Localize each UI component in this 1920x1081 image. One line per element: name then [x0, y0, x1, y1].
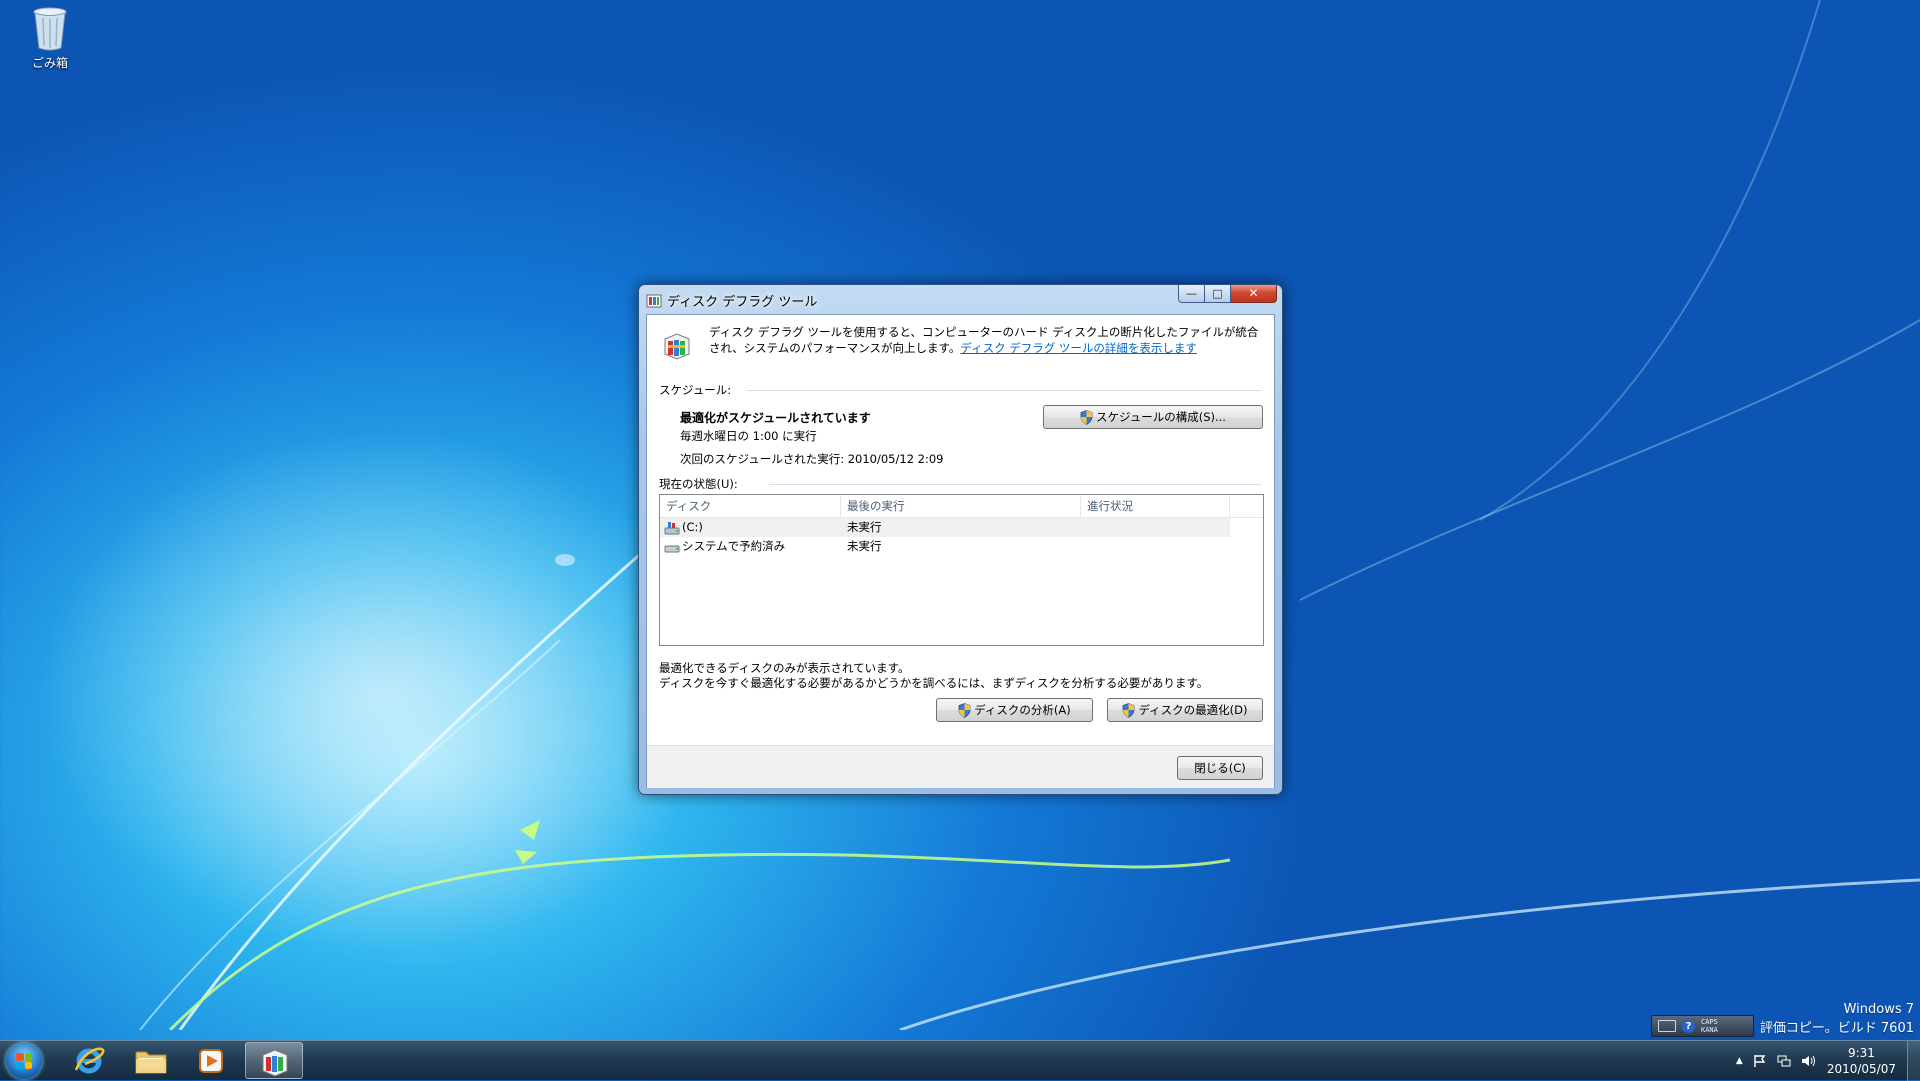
info-note: 最適化できるディスクのみが表示されています。 ディスクを今すぐ最適化する必要があ…: [659, 661, 1208, 691]
disk-name: システムで予約済み: [682, 539, 786, 553]
clock-time: 9:31: [1847, 1046, 1875, 1060]
maximize-button[interactable]: □: [1205, 285, 1231, 303]
caps-label: CAPS: [1701, 1018, 1718, 1026]
close-window-button[interactable]: ✕: [1231, 285, 1277, 303]
taskbar-windows-explorer[interactable]: [121, 1042, 179, 1079]
defragment-disk-button[interactable]: ディスクの最適化(D): [1107, 698, 1263, 722]
close-button-label: 閉じる(C): [1194, 761, 1246, 775]
defrag-window[interactable]: ディスク デフラグ ツール — □ ✕ ディスク デフラグ ツールを使用すると、…: [638, 284, 1283, 795]
windows-logo-icon: [16, 1053, 32, 1069]
maximize-icon: □: [1212, 287, 1223, 300]
info-note-line2: ディスクを今すぐ最適化する必要があるかどうかを調べるには、まずディスクを分析する…: [659, 676, 1209, 690]
volume-icon[interactable]: [1801, 1054, 1817, 1068]
disk-list-header: ディスク 最後の実行 進行状況: [660, 495, 1263, 518]
disk-cell: (C:): [664, 518, 703, 537]
recycle-bin-label: ごみ箱: [31, 56, 68, 70]
minimize-button[interactable]: —: [1178, 285, 1205, 303]
caps-kana-indicator: CAPS KANA: [1701, 1018, 1718, 1034]
folder-icon: [135, 1051, 167, 1074]
watermark-line1: Windows 7: [1843, 1002, 1914, 1017]
intro-text-block: ディスク デフラグ ツールを使用すると、コンピューターのハード ディスク上の断片…: [709, 324, 1259, 356]
disk-row-system-reserved[interactable]: システムで予約済み 未実行: [660, 537, 1230, 556]
disk-cell: システムで予約済み: [664, 537, 785, 556]
defrag-large-icon: [664, 333, 690, 360]
close-button[interactable]: 閉じる(C): [1177, 756, 1263, 780]
configure-schedule-button[interactable]: スケジュールの構成(S)...: [1043, 405, 1263, 429]
analyze-disk-label: ディスクの分析(A): [974, 703, 1071, 717]
minimize-icon: —: [1186, 287, 1197, 300]
action-center-flag-icon[interactable]: [1753, 1054, 1767, 1068]
taskbar-internet-explorer[interactable]: [60, 1042, 118, 1079]
configure-schedule-label: スケジュールの構成(S)...: [1096, 410, 1226, 424]
defrag-icon: [262, 1049, 288, 1077]
current-status-divider: [769, 484, 1261, 485]
schedule-divider: [747, 390, 1261, 391]
drive-c-icon: [664, 521, 680, 534]
disk-row-c[interactable]: (C:) 未実行: [660, 518, 1230, 537]
disk-list[interactable]: ディスク 最後の実行 進行状況 (C:) 未実行 システムで予約済み 未実行: [659, 494, 1264, 646]
column-header-last-run[interactable]: 最後の実行: [841, 495, 1081, 517]
clock[interactable]: 9:31 2010/05/07: [1827, 1045, 1896, 1077]
uac-shield-icon: [1080, 409, 1093, 425]
caption-buttons: — □ ✕: [1178, 285, 1277, 303]
defrag-app-icon: [646, 294, 662, 308]
taskbar: ▲ 9:31 2010/05/07: [0, 1040, 1920, 1081]
schedule-section-label: スケジュール:: [659, 383, 732, 397]
last-run-cell: 未実行: [847, 520, 882, 534]
disk-name: (C:): [682, 520, 703, 534]
column-header-progress[interactable]: 進行状況: [1081, 495, 1230, 517]
uac-shield-icon: [1123, 702, 1135, 718]
analyze-disk-button[interactable]: ディスクの分析(A): [936, 698, 1093, 722]
drive-icon: [664, 545, 680, 552]
window-title: ディスク デフラグ ツール: [667, 295, 818, 310]
schedule-next-run: 次回のスケジュールされた実行: 2010/05/12 2:09: [680, 452, 944, 466]
schedule-frequency: 毎週水曜日の 1:00 に実行: [680, 429, 817, 443]
windows-watermark: Windows 7 評価コピー。ビルド 7601: [1760, 1000, 1914, 1038]
uac-shield-icon: [958, 702, 971, 718]
watermark-line2: 評価コピー。ビルド 7601: [1759, 1021, 1914, 1036]
clock-date: 2010/05/07: [1826, 1062, 1896, 1076]
defrag-details-link[interactable]: ディスク デフラグ ツールの詳細を表示します: [960, 341, 1197, 355]
kana-label: KANA: [1701, 1026, 1718, 1034]
column-header-disk[interactable]: ディスク: [660, 495, 841, 517]
media-player-icon: [199, 1049, 223, 1073]
defragment-disk-label: ディスクの最適化(D): [1138, 703, 1248, 717]
show-hidden-icons-button[interactable]: ▲: [1736, 1056, 1743, 1066]
language-bar[interactable]: ? CAPS KANA: [1651, 1015, 1754, 1037]
last-run-cell: 未実行: [847, 539, 882, 553]
current-status-label: 現在の状態(U):: [659, 477, 738, 491]
taskbar-disk-defragmenter[interactable]: [245, 1042, 303, 1079]
start-button[interactable]: [6, 1043, 42, 1079]
recycle-bin[interactable]: ごみ箱: [14, 6, 86, 71]
show-desktop-button[interactable]: [1907, 1041, 1920, 1081]
title-bar[interactable]: ディスク デフラグ ツール — □ ✕: [639, 285, 1282, 313]
close-icon: ✕: [1248, 286, 1259, 300]
help-icon[interactable]: ?: [1682, 1019, 1695, 1033]
keyboard-icon[interactable]: [1658, 1020, 1676, 1032]
window-client-area: ディスク デフラグ ツールを使用すると、コンピューターのハード ディスク上の断片…: [646, 314, 1275, 788]
system-tray: ▲ 9:31 2010/05/07: [1736, 1041, 1920, 1081]
taskbar-media-player[interactable]: [182, 1042, 240, 1079]
dialog-footer: 閉じる(C): [647, 745, 1274, 788]
recycle-bin-icon: [33, 7, 67, 51]
ie-icon: [74, 1047, 105, 1074]
network-icon[interactable]: [1777, 1054, 1791, 1068]
schedule-status: 最適化がスケジュールされています: [680, 411, 871, 425]
info-note-line1: 最適化できるディスクのみが表示されています。: [659, 661, 910, 675]
